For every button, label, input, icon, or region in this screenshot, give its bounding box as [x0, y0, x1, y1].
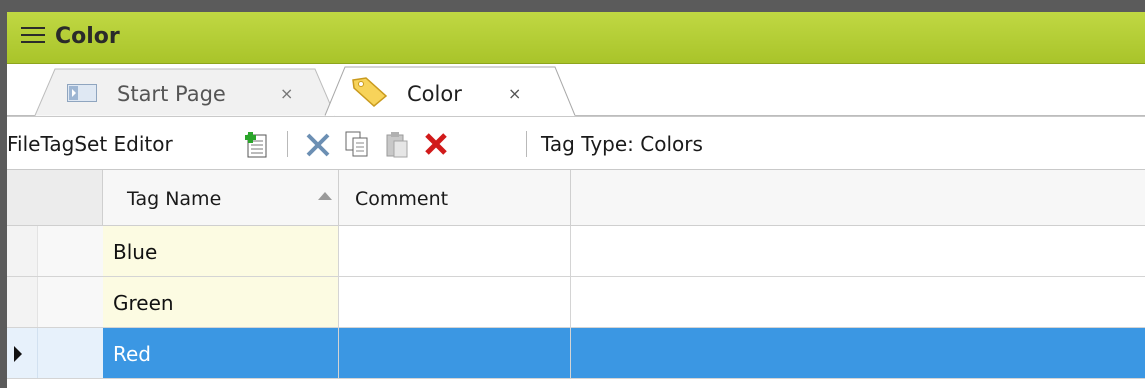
row-selector[interactable]	[7, 277, 104, 327]
tab-color-label: Color	[407, 82, 462, 106]
start-page-icon	[67, 84, 97, 102]
toolbar-separator	[287, 131, 288, 157]
add-icon[interactable]	[241, 129, 271, 159]
comment-cell[interactable]	[339, 277, 571, 327]
tab-color-close-icon[interactable]: ×	[508, 84, 521, 103]
toolbar-separator	[526, 131, 527, 157]
tag-name-cell[interactable]: Blue	[103, 226, 339, 276]
window-title: Color	[55, 24, 120, 49]
table-row-selected[interactable]: Red	[7, 328, 1145, 379]
window-frame-top	[0, 0, 1145, 12]
row-selector[interactable]	[7, 328, 104, 378]
tab-start-page-label: Start Page	[117, 82, 226, 106]
column-header-filler	[571, 170, 1145, 226]
current-row-pointer-icon	[14, 346, 22, 362]
document-tab-strip: Start Page × Color ×	[7, 64, 1145, 116]
comment-cell[interactable]	[339, 328, 571, 378]
tag-name-cell[interactable]: Green	[103, 277, 339, 327]
tag-name-text: Blue	[113, 240, 158, 264]
tag-name-cell[interactable]: Red	[103, 328, 339, 378]
cut-icon[interactable]	[303, 129, 333, 159]
paste-icon[interactable]	[382, 129, 412, 159]
table-row[interactable]: Green	[7, 277, 1145, 328]
tag-name-text: Green	[113, 291, 174, 315]
column-header-tag-name[interactable]: Tag Name	[103, 170, 339, 226]
tag-icon	[352, 77, 388, 107]
title-bar: Color	[7, 12, 1145, 64]
editor-toolbar: FileTagSet Editor Tag Type: Colors	[7, 116, 1145, 170]
hamburger-menu-icon[interactable]	[21, 25, 45, 47]
column-header-tag-name-label: Tag Name	[127, 188, 222, 210]
tab-start-page-close-icon[interactable]: ×	[280, 84, 293, 103]
row-selector-header[interactable]	[7, 170, 103, 226]
row-filler	[571, 277, 1145, 327]
tag-name-text: Red	[113, 342, 151, 366]
row-selector[interactable]	[7, 226, 104, 276]
row-filler	[571, 226, 1145, 276]
delete-icon[interactable]	[421, 129, 451, 159]
tag-grid: Tag Name Comment Blue Green Red	[7, 170, 1145, 388]
window-frame-left	[0, 0, 7, 388]
copy-icon[interactable]	[342, 129, 372, 159]
editor-label: FileTagSet Editor	[7, 132, 173, 156]
table-row[interactable]: Blue	[7, 226, 1145, 277]
sort-ascending-icon	[318, 192, 332, 200]
comment-cell[interactable]	[339, 226, 571, 276]
tag-type-label: Tag Type: Colors	[541, 132, 703, 156]
column-header-comment-label: Comment	[355, 188, 449, 210]
row-filler	[571, 328, 1145, 378]
column-header-comment[interactable]: Comment	[339, 170, 571, 226]
